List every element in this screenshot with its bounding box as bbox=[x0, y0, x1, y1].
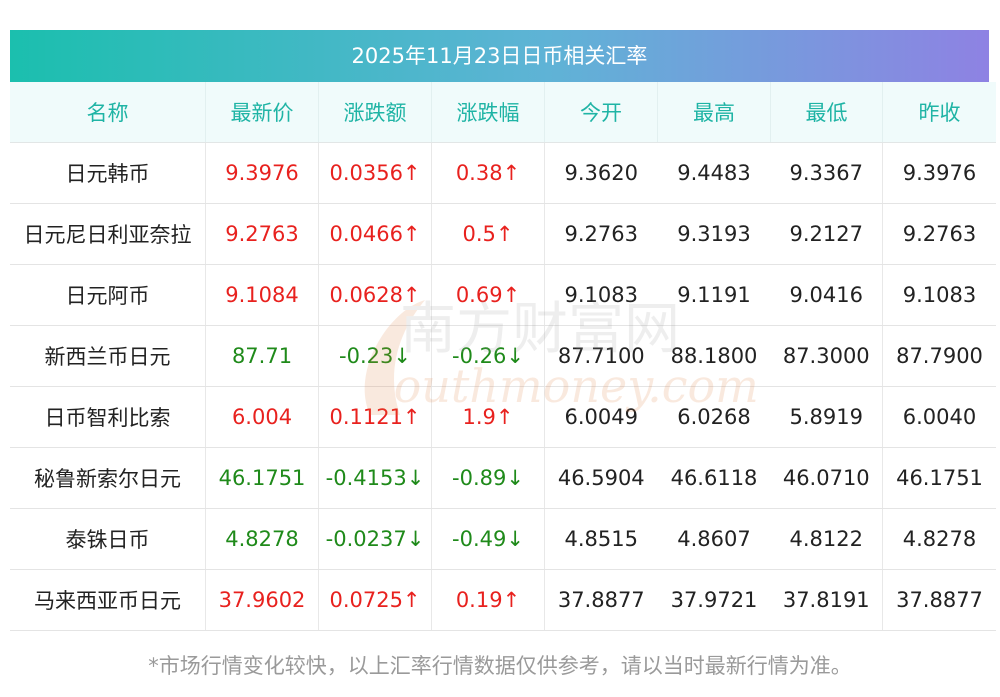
col-header-change: 涨跌额 bbox=[318, 82, 432, 143]
col-header-low: 最低 bbox=[770, 82, 883, 143]
latest-price-cell: 46.1751 bbox=[205, 447, 319, 509]
high-price-cell: 9.1191 bbox=[657, 264, 771, 326]
change-amount-cell: 0.1121↑ bbox=[318, 386, 432, 448]
prev-close-cell: 37.8877 bbox=[882, 569, 996, 631]
low-price-cell: 9.3367 bbox=[770, 142, 883, 204]
low-price-cell: 87.3000 bbox=[770, 325, 883, 387]
latest-price-cell: 37.9602 bbox=[205, 569, 319, 631]
high-price-cell: 88.1800 bbox=[657, 325, 771, 387]
prev-close-cell: 46.1751 bbox=[882, 447, 996, 509]
open-price-cell: 6.0049 bbox=[544, 386, 658, 448]
header-row: 名称 最新价 涨跌额 涨跌幅 今开 最高 最低 昨收 bbox=[10, 82, 996, 143]
col-header-open: 今开 bbox=[544, 82, 658, 143]
disclaimer-footnote: *市场行情变化较快，以上汇率行情数据仅供参考，请以当时最新行情为准。 bbox=[148, 654, 852, 678]
prev-close-cell: 87.7900 bbox=[882, 325, 996, 387]
table-row: 马来西亚币日元 37.9602 0.0725↑ 0.19↑ 37.8877 37.9721… bbox=[10, 569, 996, 631]
change-amount-cell: 0.0356↑ bbox=[318, 142, 432, 204]
change-percent-cell: -0.89↓ bbox=[431, 447, 545, 509]
low-price-cell: 37.8191 bbox=[770, 569, 883, 631]
high-price-cell: 9.4483 bbox=[657, 142, 771, 204]
col-header-name: 名称 bbox=[10, 82, 206, 143]
table-row: 日元尼日利亚奈拉 9.2763 0.0466↑ 0.5↑ 9.2763 9.3193 9.2… bbox=[10, 203, 996, 265]
latest-price-cell: 6.004 bbox=[205, 386, 319, 448]
col-header-prev: 昨收 bbox=[882, 82, 996, 143]
low-price-cell: 46.0710 bbox=[770, 447, 883, 509]
change-percent-cell: 0.38↑ bbox=[431, 142, 545, 204]
low-price-cell: 9.2127 bbox=[770, 203, 883, 265]
rate-table-container: 2025年11月23日日币相关汇率 名称 最新价 涨跌额 涨跌幅 今开 最高 最… bbox=[10, 30, 996, 631]
prev-close-cell: 9.3976 bbox=[882, 142, 996, 204]
high-price-cell: 46.6118 bbox=[657, 447, 771, 509]
high-price-cell: 4.8607 bbox=[657, 508, 771, 570]
high-price-cell: 37.9721 bbox=[657, 569, 771, 631]
open-price-cell: 9.1083 bbox=[544, 264, 658, 326]
latest-price-cell: 87.71 bbox=[205, 325, 319, 387]
pair-name-cell: 秘鲁新索尔日元 bbox=[10, 447, 206, 509]
change-amount-cell: 0.0466↑ bbox=[318, 203, 432, 265]
change-percent-cell: 0.5↑ bbox=[431, 203, 545, 265]
prev-close-cell: 9.1083 bbox=[882, 264, 996, 326]
latest-price-cell: 9.3976 bbox=[205, 142, 319, 204]
col-header-latest: 最新价 bbox=[205, 82, 319, 143]
table-row: 日元韩币 9.3976 0.0356↑ 0.38↑ 9.3620 9.4483 9.3367… bbox=[10, 142, 996, 204]
open-price-cell: 4.8515 bbox=[544, 508, 658, 570]
latest-price-cell: 4.8278 bbox=[205, 508, 319, 570]
change-percent-cell: 0.19↑ bbox=[431, 569, 545, 631]
table-row: 日元阿币 9.1084 0.0628↑ 0.69↑ 9.1083 9.1191 9.0416… bbox=[10, 264, 996, 326]
pair-name-cell: 日元韩币 bbox=[10, 142, 206, 204]
latest-price-cell: 9.2763 bbox=[205, 203, 319, 265]
open-price-cell: 87.7100 bbox=[544, 325, 658, 387]
open-price-cell: 9.3620 bbox=[544, 142, 658, 204]
open-price-cell: 37.8877 bbox=[544, 569, 658, 631]
change-amount-cell: 0.0725↑ bbox=[318, 569, 432, 631]
col-header-high: 最高 bbox=[657, 82, 771, 143]
latest-price-cell: 9.1084 bbox=[205, 264, 319, 326]
open-price-cell: 9.2763 bbox=[544, 203, 658, 265]
pair-name-cell: 新西兰币日元 bbox=[10, 325, 206, 387]
open-price-cell: 46.5904 bbox=[544, 447, 658, 509]
high-price-cell: 9.3193 bbox=[657, 203, 771, 265]
pair-name-cell: 日币智利比索 bbox=[10, 386, 206, 448]
pair-name-cell: 马来西亚币日元 bbox=[10, 569, 206, 631]
table-row: 秘鲁新索尔日元 46.1751 -0.4153↓ -0.89↓ 46.5904 46.61… bbox=[10, 447, 996, 509]
table-row: 日币智利比索 6.004 0.1121↑ 1.9↑ 6.0049 6.0268 5.8919… bbox=[10, 386, 996, 448]
pair-name-cell: 日元阿币 bbox=[10, 264, 206, 326]
change-percent-cell: 0.69↑ bbox=[431, 264, 545, 326]
table-title: 2025年11月23日日币相关汇率 bbox=[10, 30, 989, 82]
pair-name-cell: 泰铢日币 bbox=[10, 508, 206, 570]
pair-name-cell: 日元尼日利亚奈拉 bbox=[10, 203, 206, 265]
low-price-cell: 9.0416 bbox=[770, 264, 883, 326]
change-amount-cell: -0.4153↓ bbox=[318, 447, 432, 509]
change-percent-cell: -0.49↓ bbox=[431, 508, 545, 570]
change-amount-cell: 0.0628↑ bbox=[318, 264, 432, 326]
exchange-rate-table: 名称 最新价 涨跌额 涨跌幅 今开 最高 最低 昨收 日元韩币 9.3976 0.0… bbox=[10, 82, 996, 631]
prev-close-cell: 6.0040 bbox=[882, 386, 996, 448]
prev-close-cell: 4.8278 bbox=[882, 508, 996, 570]
col-header-pct: 涨跌幅 bbox=[431, 82, 545, 143]
prev-close-cell: 9.2763 bbox=[882, 203, 996, 265]
change-percent-cell: -0.26↓ bbox=[431, 325, 545, 387]
change-amount-cell: -0.0237↓ bbox=[318, 508, 432, 570]
low-price-cell: 4.8122 bbox=[770, 508, 883, 570]
change-percent-cell: 1.9↑ bbox=[431, 386, 545, 448]
change-amount-cell: -0.23↓ bbox=[318, 325, 432, 387]
low-price-cell: 5.8919 bbox=[770, 386, 883, 448]
table-row: 新西兰币日元 87.71 -0.23↓ -0.26↓ 87.7100 88.1800 87.… bbox=[10, 325, 996, 387]
high-price-cell: 6.0268 bbox=[657, 386, 771, 448]
table-row: 泰铢日币 4.8278 -0.0237↓ -0.49↓ 4.8515 4.8607 4.81… bbox=[10, 508, 996, 570]
